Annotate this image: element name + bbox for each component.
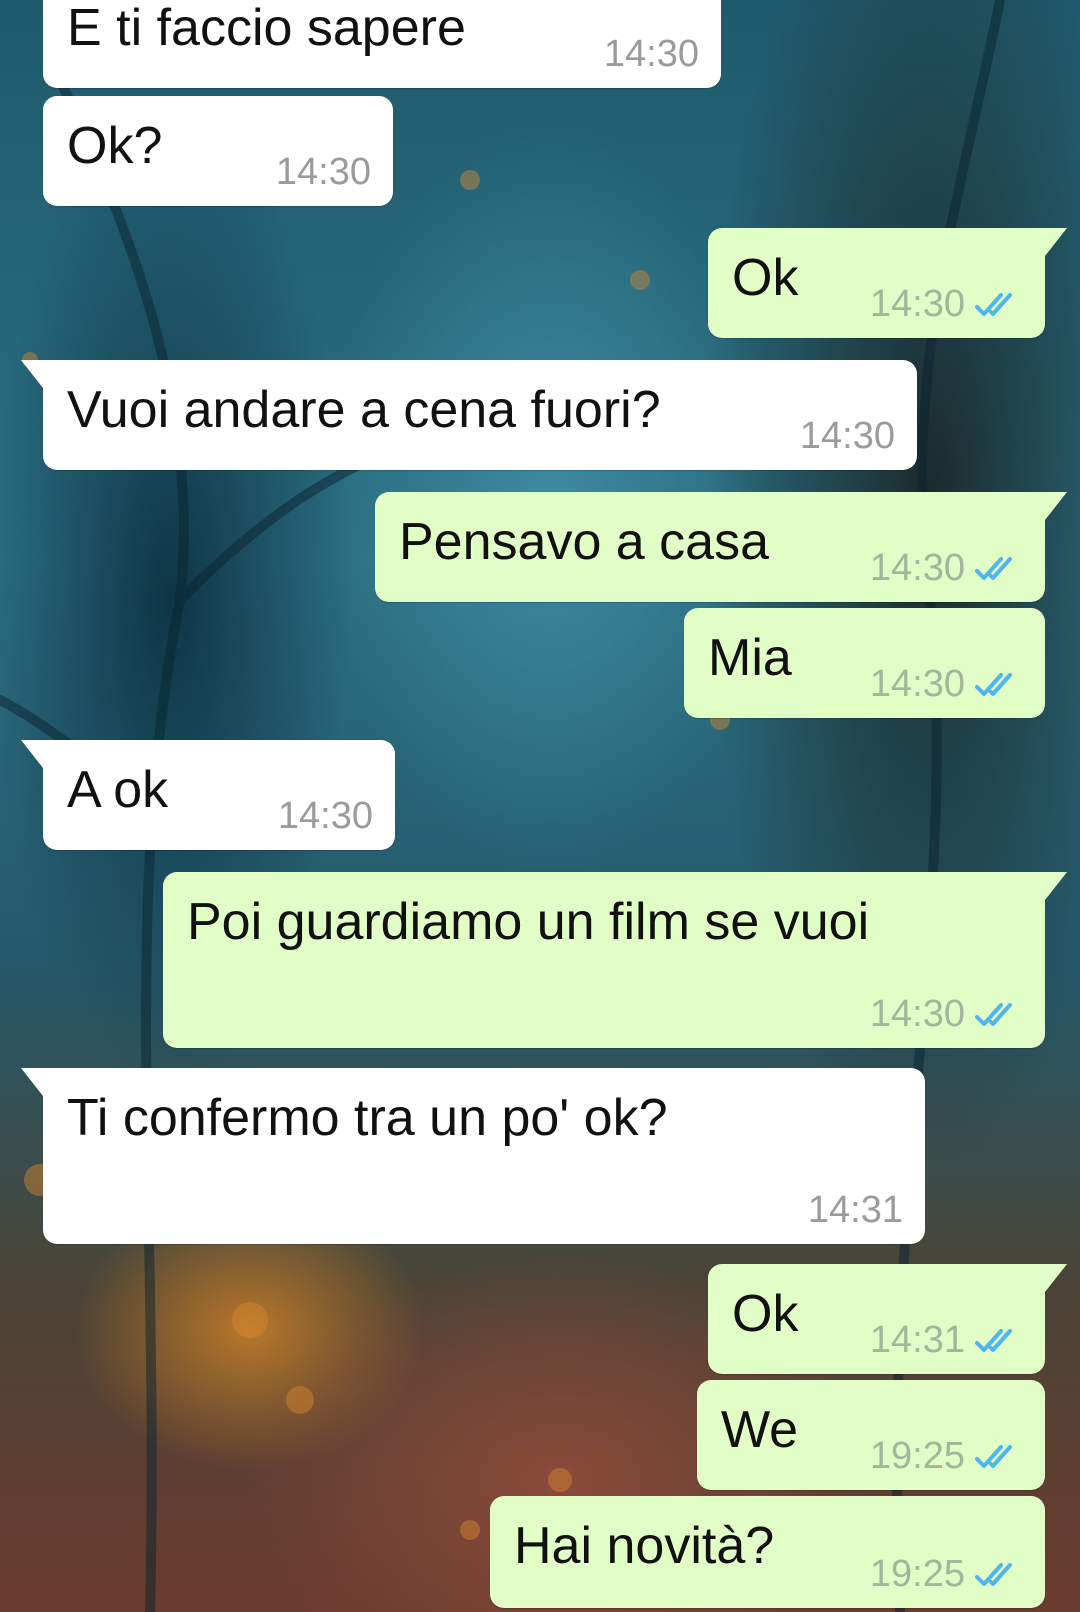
message-meta: 14:30 xyxy=(870,284,1023,324)
message-meta: 14:30 xyxy=(870,994,1023,1034)
message-meta: 14:30 xyxy=(278,796,373,836)
message-bubble-incoming[interactable]: Vuoi andare a cena fuori? 14:30 xyxy=(21,360,917,470)
read-double-check-icon xyxy=(975,1563,1012,1586)
message-bubble-outgoing[interactable]: Mia 14:30 xyxy=(684,608,1045,718)
message-time: 19:25 xyxy=(869,1553,965,1595)
message-time: 14:30 xyxy=(277,795,373,837)
message-text: Vuoi andare a cena fuori? xyxy=(67,381,661,439)
read-double-check-icon xyxy=(975,293,1012,316)
message-bubble-incoming[interactable]: Ti confermo tra un po' ok? 14:31 xyxy=(21,1068,925,1244)
read-double-check-icon xyxy=(975,1003,1012,1026)
message-bubble-outgoing[interactable]: We 19:25 xyxy=(697,1380,1045,1490)
message-time: 14:30 xyxy=(869,283,965,325)
message-meta: 14:31 xyxy=(870,1320,1023,1360)
message-bubble-incoming[interactable]: E ti faccio sapere 14:30 xyxy=(43,0,721,88)
message-meta: 14:30 xyxy=(604,34,699,74)
message-text: Ok xyxy=(732,249,799,307)
message-text: Mia xyxy=(708,629,792,687)
message-text: E ti faccio sapere xyxy=(67,0,466,57)
conversation-view[interactable]: E ti faccio sapere 14:30 Ok? 14:30 Ok 14… xyxy=(0,0,1080,1612)
message-meta: 14:30 xyxy=(276,152,371,192)
message-text: Hai novità? xyxy=(514,1517,775,1575)
message-meta: 19:25 xyxy=(870,1554,1023,1594)
message-bubble-outgoing[interactable]: Ok 14:30 xyxy=(708,228,1067,338)
message-meta: 19:25 xyxy=(870,1436,1023,1476)
message-bubble-outgoing[interactable]: Poi guardiamo un film se vuoi 14:30 xyxy=(163,872,1067,1048)
message-meta: 14:30 xyxy=(800,416,895,456)
message-text: Ok xyxy=(732,1285,799,1343)
message-time: 14:30 xyxy=(869,663,965,705)
message-bubble-incoming[interactable]: Ok? 14:30 xyxy=(43,96,393,206)
message-time: 14:30 xyxy=(869,993,965,1035)
message-time: 14:31 xyxy=(807,1189,903,1231)
message-text: Ti confermo tra un po' ok? xyxy=(67,1089,668,1147)
message-text: Ok? xyxy=(67,117,163,175)
message-time: 14:30 xyxy=(275,151,371,193)
read-double-check-icon xyxy=(975,1445,1012,1468)
message-time: 14:30 xyxy=(603,33,699,75)
message-time: 14:30 xyxy=(869,547,965,589)
message-bubble-outgoing[interactable]: Ok 14:31 xyxy=(708,1264,1067,1374)
message-text: Pensavo a casa xyxy=(399,513,770,571)
message-text: Poi guardiamo un film se vuoi xyxy=(187,893,870,951)
message-text: We xyxy=(721,1401,799,1459)
message-time: 14:31 xyxy=(869,1319,965,1361)
message-bubble-outgoing[interactable]: Pensavo a casa 14:30 xyxy=(375,492,1067,602)
message-text: A ok xyxy=(67,761,169,819)
read-double-check-icon xyxy=(975,1329,1012,1352)
message-meta: 14:30 xyxy=(870,664,1023,704)
read-double-check-icon xyxy=(975,557,1012,580)
message-time: 14:30 xyxy=(799,415,895,457)
message-bubble-incoming[interactable]: A ok 14:30 xyxy=(21,740,395,850)
message-meta: 14:30 xyxy=(870,548,1023,588)
message-time: 19:25 xyxy=(869,1435,965,1477)
message-bubble-outgoing[interactable]: Hai novità? 19:25 xyxy=(490,1496,1045,1608)
message-meta: 14:31 xyxy=(808,1190,903,1230)
read-double-check-icon xyxy=(975,673,1012,696)
